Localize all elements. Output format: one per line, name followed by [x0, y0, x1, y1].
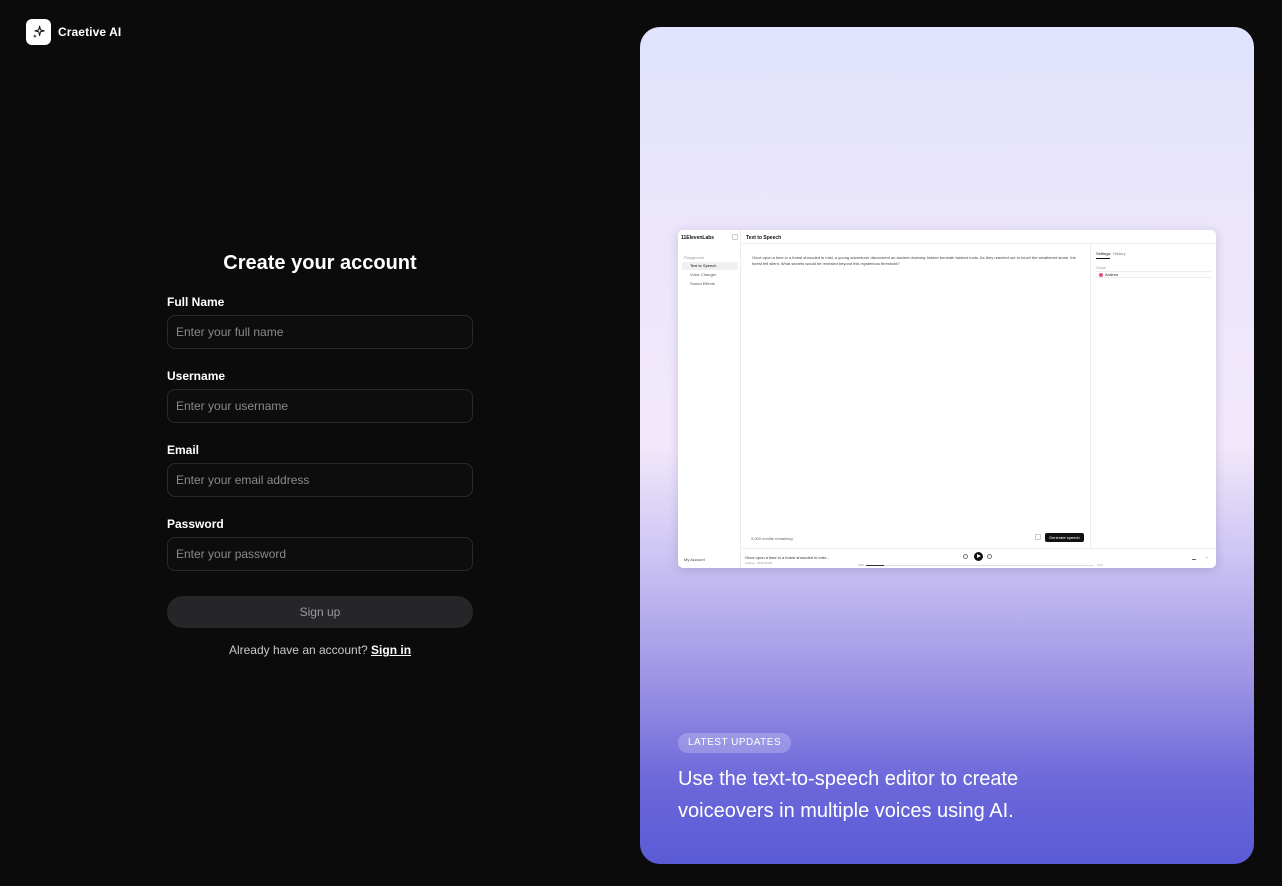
- promo-panel: 11ElevenLabs Playground Text to Speech V…: [640, 27, 1254, 864]
- preview-voice-label: Voice: [1096, 265, 1106, 270]
- app-preview-image: 11ElevenLabs Playground Text to Speech V…: [678, 230, 1216, 568]
- signup-page: Craetive AI Create your account Full Nam…: [0, 0, 1282, 886]
- panel-headline-line-2: voiceovers in multiple voices using AI.: [678, 800, 1014, 822]
- brand[interactable]: Craetive AI: [26, 19, 121, 45]
- preview-voice-name: Andrea: [1105, 272, 1118, 277]
- latest-updates-badge: LATEST UPDATES: [678, 733, 792, 753]
- username-input[interactable]: [167, 389, 473, 423]
- preview-sidebar-category: Playground: [684, 255, 705, 260]
- full-name-label: Full Name: [167, 295, 225, 309]
- signin-prompt: Already have an account?: [228, 643, 368, 657]
- preview-tab-history: History: [1113, 251, 1126, 256]
- email-input[interactable]: [167, 463, 473, 497]
- preview-download-icon: [1192, 555, 1196, 560]
- full-name-input[interactable]: [167, 315, 473, 349]
- panel-headline-line-1: Use the text-to-speech editor to create: [678, 768, 1019, 790]
- sign-up-button[interactable]: Sign up: [167, 596, 473, 628]
- preview-account: My Account: [684, 557, 705, 562]
- preview-nav-item: Voice Changer: [690, 272, 717, 277]
- preview-sidebar-toggle-icon: [732, 234, 738, 240]
- preview-generate-button: Generate speech: [1045, 533, 1084, 542]
- preview-voice-select: Andrea: [1096, 271, 1211, 278]
- preview-progress-track: [866, 565, 1094, 566]
- preview-body-text: Once upon a time in a forest shrouded in…: [752, 255, 1076, 266]
- username-label: Username: [167, 369, 226, 383]
- preview-page-title: Text to Speech: [746, 235, 782, 241]
- preview-options-icon: [1035, 534, 1041, 540]
- signin-row: Already have an account? Sign in: [167, 643, 473, 657]
- preview-player-sub: Andrea · 01/01/2025: [745, 561, 773, 565]
- preview-nav-item: Text to Speech: [682, 262, 738, 270]
- preview-header: Text to Speech: [741, 230, 1216, 244]
- panel-headline: Use the text-to-speech editor to create …: [678, 763, 1098, 827]
- preview-settings-panel: Settings History Voice Andrea: [1090, 244, 1216, 548]
- preview-tab-settings: Settings: [1096, 251, 1111, 259]
- signup-form: Create your account Full Name Username E…: [167, 252, 473, 657]
- preview-play-icon: [974, 552, 983, 561]
- preview-sidebar: 11ElevenLabs Playground Text to Speech V…: [678, 230, 741, 568]
- preview-chevron-down-icon: ⌄: [1205, 554, 1209, 559]
- preview-time-start: 0:00: [858, 563, 864, 567]
- password-label: Password: [167, 517, 224, 531]
- preview-nav-item: Sound Effects: [690, 281, 715, 286]
- full-name-field-group: Full Name: [167, 295, 473, 349]
- preview-credits: 9,000 credits remaining: [751, 536, 793, 541]
- preview-time-end: 0:13: [1097, 563, 1103, 567]
- username-field-group: Username: [167, 369, 473, 423]
- email-field-group: Email: [167, 443, 473, 497]
- sparkle-icon: [26, 19, 51, 45]
- form-title: Create your account: [223, 252, 417, 274]
- password-input[interactable]: [167, 537, 473, 571]
- preview-player-snippet: Once upon a time in a forest shrouded in…: [745, 555, 830, 560]
- password-field-group: Password: [167, 517, 473, 571]
- preview-forward-icon: [987, 554, 992, 559]
- preview-voice-avatar: [1099, 273, 1103, 277]
- preview-progress-fill: [866, 565, 884, 566]
- preview-logo: 11ElevenLabs: [681, 235, 715, 241]
- preview-player: Once upon a time in a forest shrouded in…: [741, 548, 1216, 568]
- sign-in-link[interactable]: Sign in: [371, 643, 411, 657]
- preview-rewind-icon: [963, 554, 968, 559]
- email-label: Email: [167, 443, 200, 457]
- brand-name: Craetive AI: [58, 25, 122, 39]
